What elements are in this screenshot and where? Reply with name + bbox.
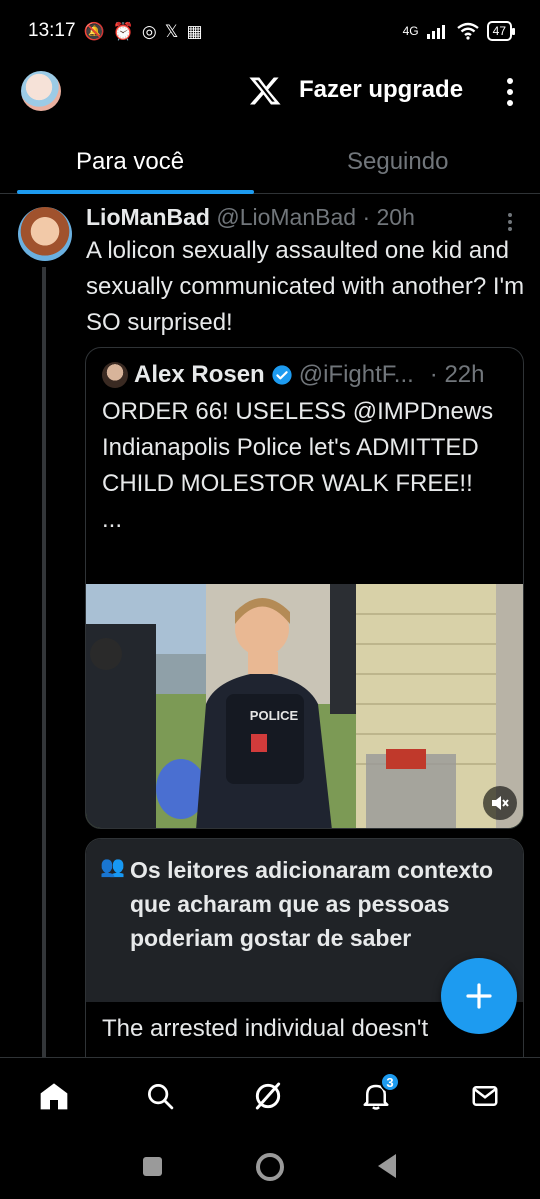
quoted-post-body: ORDER 66! USELESS @IMPDnews Indianapolis… [102,398,494,497]
signal-icon [426,25,445,39]
upgrade-button[interactable]: Fazer upgrade [299,76,463,104]
home-icon [40,1083,68,1110]
nav-notifications[interactable]: 3 [358,1072,400,1114]
nav-grok[interactable] [250,1078,286,1114]
post[interactable]: LioManBad @LioManBad · 20h A lolicon sex… [0,195,540,1057]
quoted-author-handle: @iFightF... [298,361,414,388]
mute-notification-icon: 🔕 [83,21,105,41]
profile-avatar[interactable] [21,71,61,111]
back-button[interactable] [378,1154,396,1178]
alarm-icon: ⏰ [112,21,134,41]
post-more-icon[interactable] [508,213,514,231]
timeline-tabs: Para você Seguindo [0,128,540,194]
qr-app-icon: ▦ [186,21,203,41]
status-bar: 13:17 🔕 ⏰ ◎ 𝕏 ▦ 4G 47 [0,0,540,62]
more-options-icon[interactable] [500,74,520,110]
verified-badge-icon [272,365,292,385]
quoted-author-avatar [102,362,128,388]
author-name[interactable]: LioManBad [86,204,210,230]
thread-line [42,267,46,1057]
network-type: 4G [402,24,419,38]
quoted-post-time: 22h [444,361,485,388]
mail-icon [472,1086,498,1106]
post-header: LioManBad @LioManBad · 20h [86,204,415,230]
post-time: 20h [376,204,415,230]
plus-icon [466,983,492,1009]
home-button[interactable] [256,1153,284,1181]
tab-for-you[interactable]: Para você [76,148,184,176]
battery-indicator: 47 [486,21,516,41]
nav-home[interactable] [36,1078,72,1114]
community-note-title: Os leitores adicionaram contexto que ach… [130,857,494,951]
speaker-muted-icon [492,796,509,810]
quoted-post-ellipsis: ... [102,506,123,533]
nav-messages[interactable] [467,1078,503,1114]
system-navigation [0,1139,540,1199]
author-avatar[interactable] [18,207,72,261]
quoted-post-text: ORDER 66! USELESS @IMPDnews Indianapolis… [102,394,512,538]
active-tab-indicator [17,190,254,194]
quoted-post-header: Alex Rosen @iFightF... · 22h [102,361,485,389]
status-time: 13:17 [28,20,76,41]
tab-following[interactable]: Seguindo [347,148,448,176]
grok-icon [255,1082,281,1110]
police-label: POLICE [250,708,299,723]
top-bar: Fazer upgrade [0,62,540,124]
compose-button[interactable] [441,958,517,1034]
video-frame: POLICE [86,584,523,828]
recent-apps-button[interactable] [143,1157,162,1176]
search-icon [148,1084,174,1110]
notifications-badge: 3 [380,1072,400,1092]
author-handle[interactable]: @LioManBad [216,204,356,230]
x-logo-icon [249,77,281,105]
post-text: A lolicon sexually assaulted one kid and… [86,237,525,336]
wifi-icon [456,22,479,40]
quoted-author-name: Alex Rosen [134,361,265,388]
whatsapp-icon: ◎ [141,21,157,41]
video-mute-button[interactable] [483,786,517,820]
video-thumbnail[interactable]: POLICE [86,584,523,828]
x-app-icon: 𝕏 [164,21,179,41]
bottom-navigation: 3 [0,1057,540,1139]
nav-search[interactable] [142,1078,178,1114]
readers-icon: 👥 [100,856,125,878]
quoted-post[interactable]: Alex Rosen @iFightF... · 22h ORDER 66! U… [85,347,524,829]
